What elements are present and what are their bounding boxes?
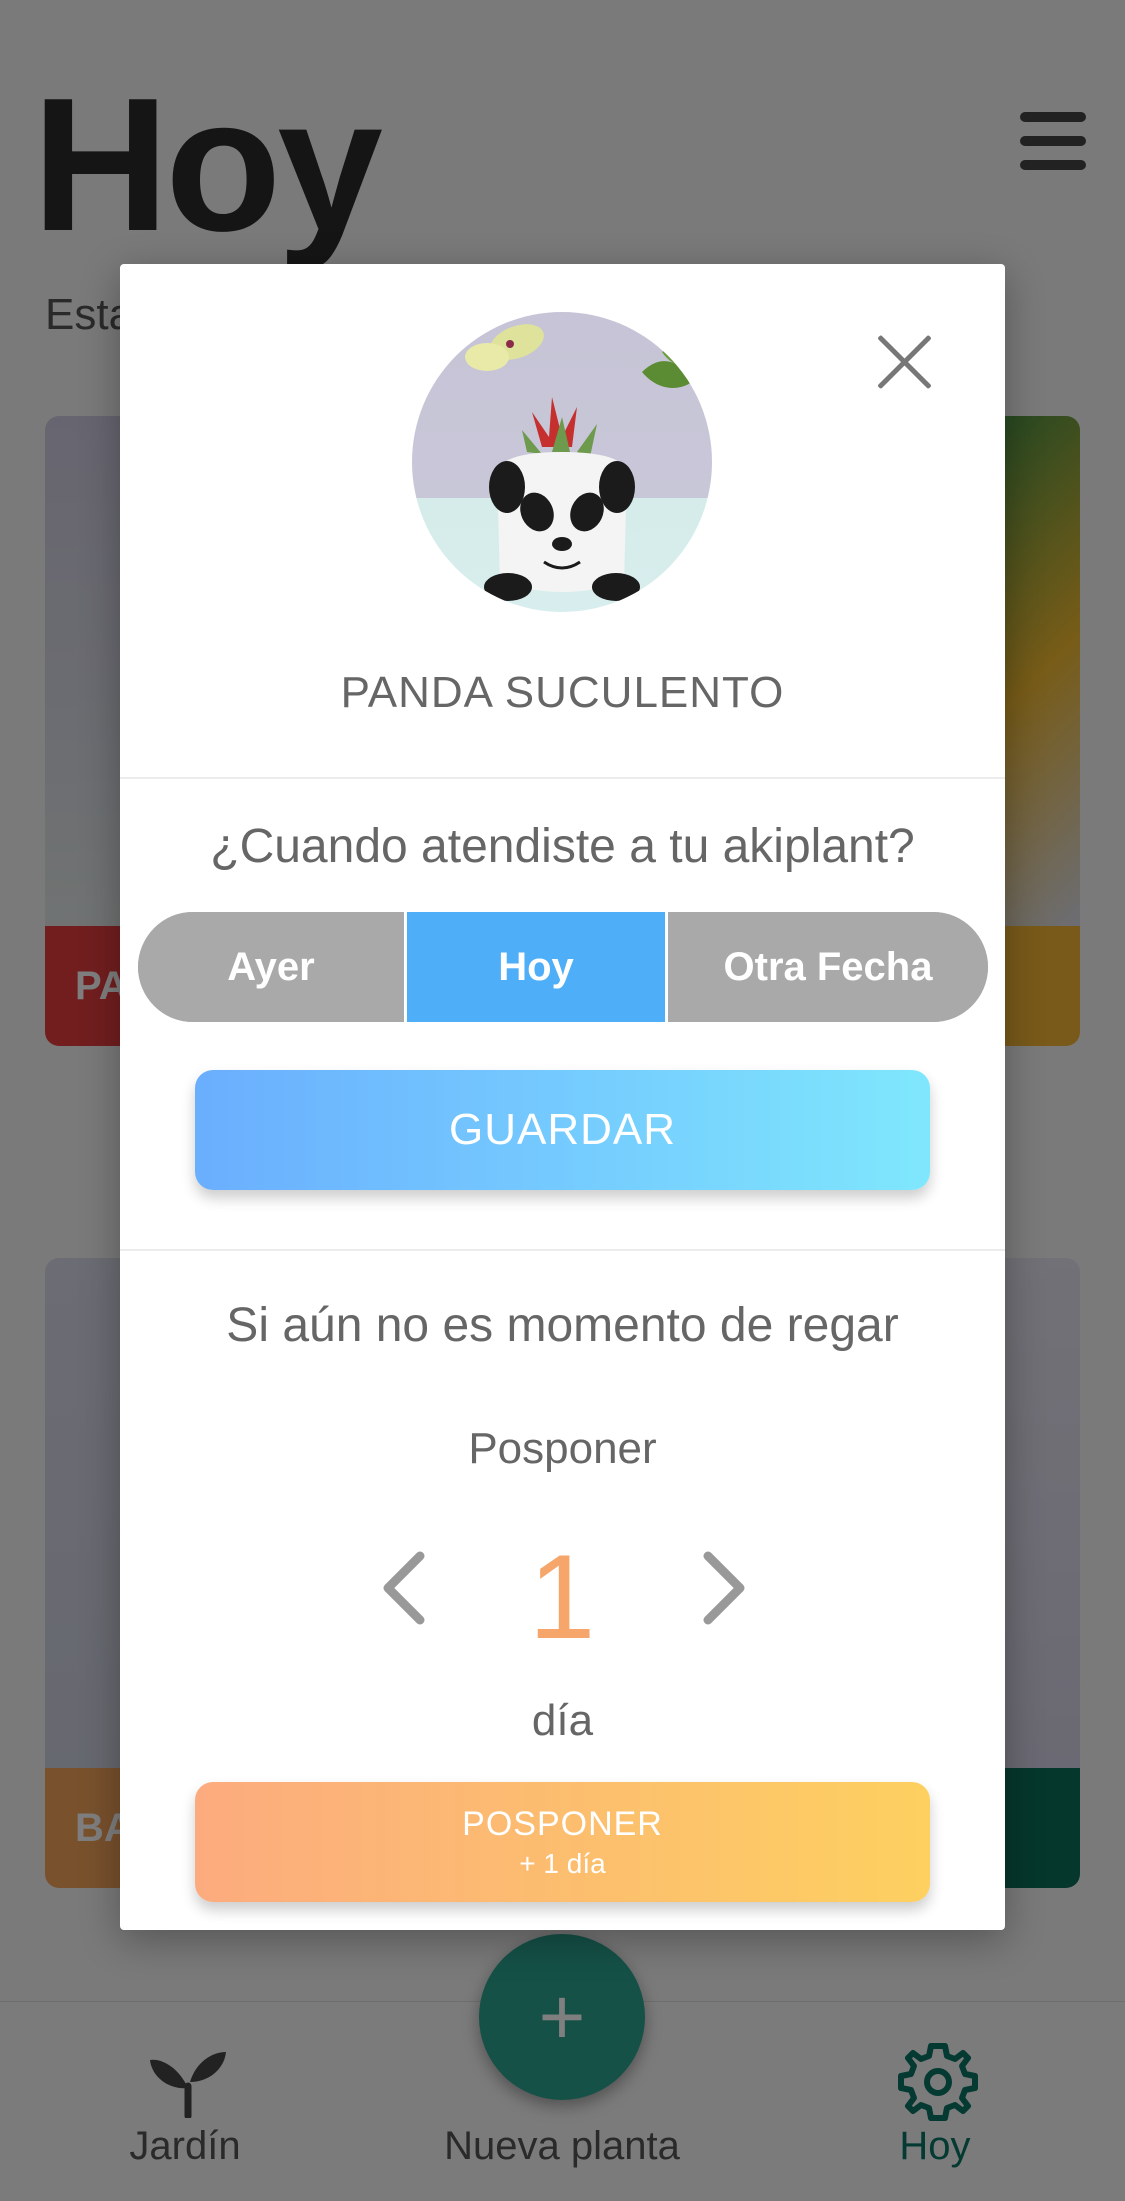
postpone-button-sublabel: + 1 día [519,1847,606,1879]
chevron-right-icon[interactable] [694,1548,754,1628]
divider [120,777,1005,779]
option-otra-fecha[interactable]: Otra Fecha [668,912,988,1022]
postpone-unit: día [531,1696,594,1745]
care-question: ¿Cuando atendiste a tu akiplant? [210,820,915,873]
postpone-button-label: POSPONER [462,1804,663,1843]
save-button[interactable]: GUARDAR [195,1070,930,1190]
plant-name: PANDA SUCULENTO [340,668,785,717]
option-hoy[interactable]: Hoy [404,912,668,1022]
date-segmented-control: Ayer Hoy Otra Fecha [138,912,988,1022]
close-icon[interactable] [874,332,934,392]
postpone-days-value: 1 [528,1530,596,1664]
option-ayer[interactable]: Ayer [138,912,404,1022]
postpone-button[interactable]: POSPONER + 1 día [195,1782,930,1902]
postpone-title: Posponer [468,1424,657,1473]
plant-photo [412,312,712,612]
care-modal: PANDA SUCULENTO ¿Cuando atendiste a tu a… [120,264,1005,1930]
postpone-hint: Si aún no es momento de regar [226,1299,899,1352]
divider [120,1249,1005,1251]
chevron-left-icon[interactable] [374,1548,434,1628]
panda-plant-illustration [465,324,702,601]
